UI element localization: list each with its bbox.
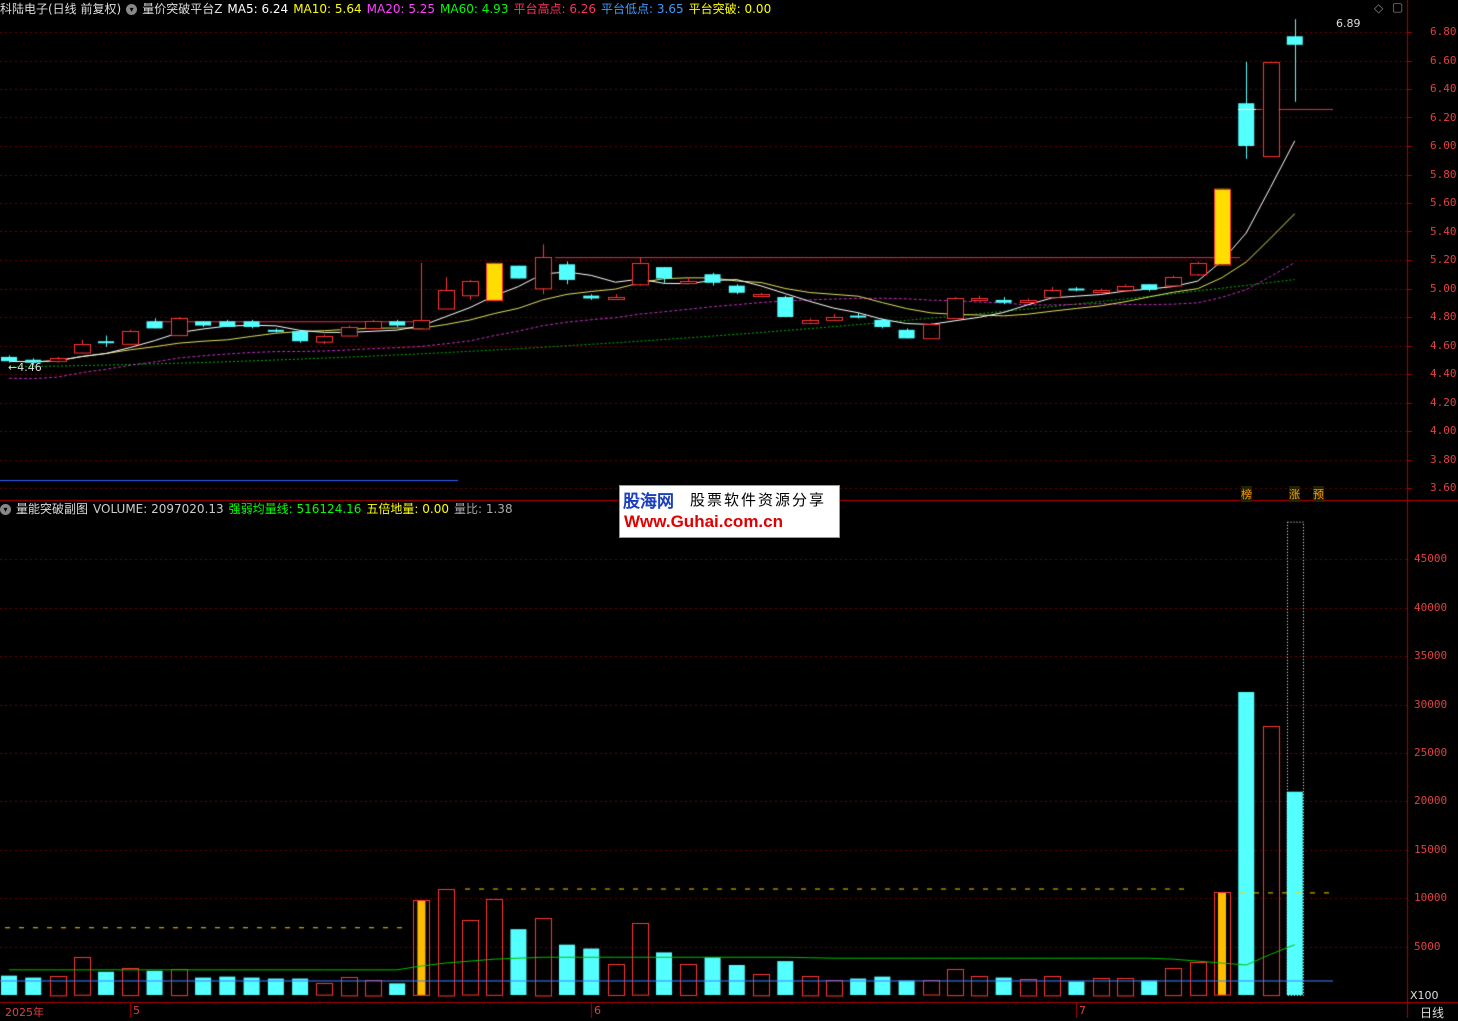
volume-tick: 30000 <box>1414 697 1448 711</box>
volume-tick: 25000 <box>1414 746 1448 759</box>
ma-legend-5: 平台低点: 3.65 <box>601 2 684 16</box>
volume-tick: 40000 <box>1414 600 1448 614</box>
price-tick: 5.00 <box>1430 281 1457 295</box>
price-tick: 4.40 <box>1430 367 1457 380</box>
vol-legend-3: 量比: 1.38 <box>454 502 513 516</box>
ma-legend-1: MA10: 5.64 <box>293 2 362 16</box>
price-tick: 6.20 <box>1430 110 1457 124</box>
price-tick: 4.20 <box>1430 395 1457 409</box>
price-tick: 6.80 <box>1430 25 1457 38</box>
price-tick: 4.00 <box>1430 424 1457 437</box>
volume-tick: 5000 <box>1414 939 1441 953</box>
diamond-icon[interactable]: ◇ <box>1374 1 1383 15</box>
volume-tick: 15000 <box>1414 842 1448 856</box>
volume-tick: 10000 <box>1414 891 1448 905</box>
price-tick: 5.80 <box>1430 167 1457 181</box>
date-tick: 6 <box>594 1004 601 1017</box>
price-tick: 5.20 <box>1430 253 1457 266</box>
ma-legend-6: 平台突破: 0.00 <box>688 2 772 16</box>
period-label[interactable]: 日线 <box>1420 1004 1444 1021</box>
ma-legend-4: 平台高点: 6.26 <box>513 2 597 16</box>
window-icon[interactable]: ▢ <box>1392 0 1403 14</box>
price-tick: 5.40 <box>1430 224 1457 238</box>
price-tick: 3.60 <box>1430 481 1457 494</box>
date-tick: 7 <box>1079 1004 1086 1017</box>
low-price-label: ←4.46 <box>8 361 42 374</box>
price-tick: 4.60 <box>1430 338 1457 352</box>
stock-title: 科陆电子(日线 前复权) <box>0 2 122 16</box>
price-tick: 6.00 <box>1430 139 1457 152</box>
vol-legend-2: 五倍地量: 0.00 <box>366 502 449 516</box>
price-tick: 6.60 <box>1430 53 1457 67</box>
date-tick: 5 <box>133 1004 140 1017</box>
price-tick: 4.80 <box>1430 310 1457 323</box>
volume-tick: 45000 <box>1414 552 1448 566</box>
vol-legend-0: VOLUME: 2097020.13 <box>93 502 224 516</box>
watermark-logo: 股海网 股票软件资源分享 Www.Guhai.com.cn <box>619 485 840 538</box>
ma-legend-0: MA5: 6.24 <box>227 2 289 16</box>
high-price-label: 6.89 <box>1336 17 1361 30</box>
volume-unit: X100 <box>1410 989 1439 1002</box>
volume-tick: 20000 <box>1414 794 1448 808</box>
sub-indicator-menu-icon[interactable]: ▾ <box>0 504 11 515</box>
marker-zhang: 涨 <box>1289 486 1300 502</box>
price-tick: 3.80 <box>1430 452 1457 466</box>
indicator-menu-icon[interactable]: ▾ <box>126 4 138 15</box>
ma-legend-3: MA60: 4.93 <box>440 2 509 16</box>
volume-tick: 35000 <box>1414 649 1448 663</box>
marker-bang: 榜 <box>1241 486 1252 502</box>
ma-legend-2: MA20: 5.25 <box>366 2 436 16</box>
price-tick: 5.60 <box>1430 196 1457 209</box>
price-tick: 6.40 <box>1430 82 1457 95</box>
marker-yu: 预 <box>1313 486 1324 502</box>
vol-legend-1: 强弱均量线: 516124.16 <box>228 502 362 516</box>
main-header: 科陆电子(日线 前复权) ▾ 量价突破平台Z MA5: 6.24 MA10: 5.64 M… <box>0 0 781 18</box>
sub-indicator-name[interactable]: 量能突破副图 <box>16 502 88 516</box>
indicator-name[interactable]: 量价突破平台Z <box>142 2 222 16</box>
sub-header: ▾ 量能突破副图 VOLUME: 2097020.13 强弱均量线: 516124.1… <box>0 500 523 518</box>
